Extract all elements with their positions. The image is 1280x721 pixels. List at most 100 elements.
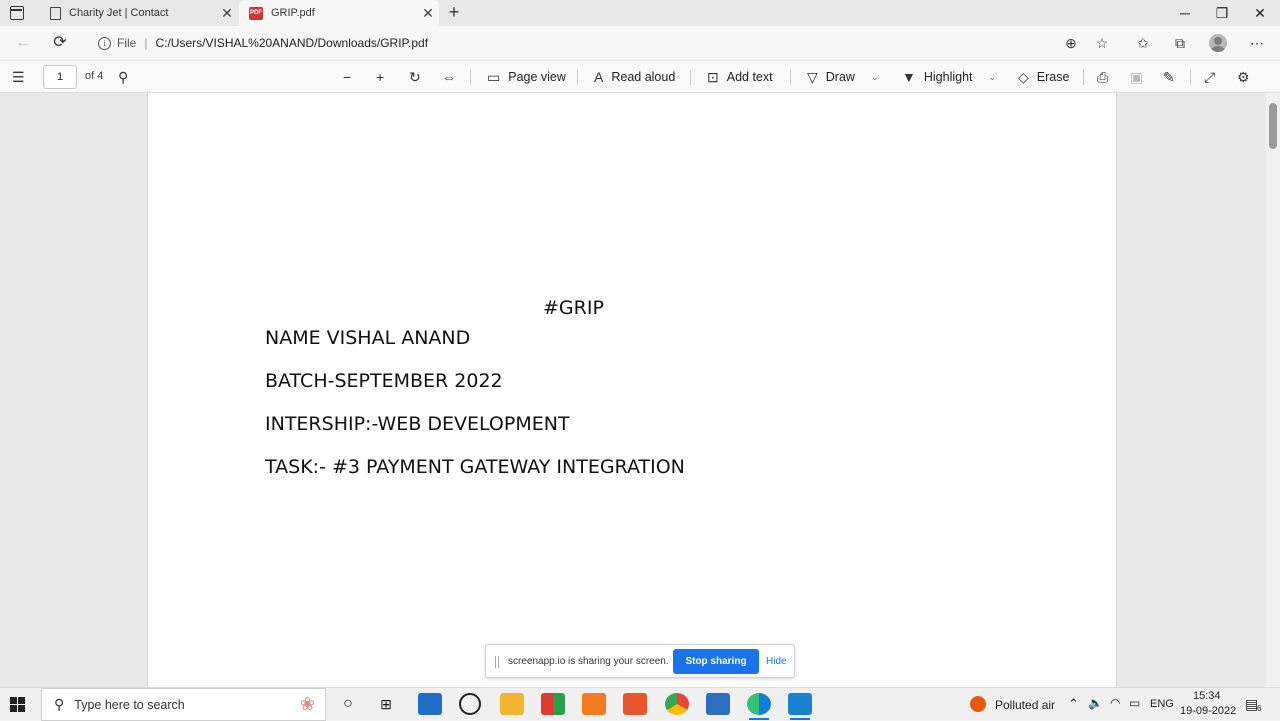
print-icon[interactable]: ⎙ bbox=[1097, 61, 1116, 93]
weather-icon[interactable] bbox=[970, 696, 986, 712]
find-icon[interactable]: ⚲ bbox=[118, 61, 136, 93]
collections-icon[interactable]: ⧉ bbox=[1169, 33, 1191, 53]
zoom-in-icon[interactable]: + bbox=[376, 61, 392, 93]
page-count: of 4 bbox=[85, 70, 104, 82]
refresh-button[interactable]: ⟳ bbox=[47, 31, 73, 55]
doc-line: TASK:- #3 PAYMENT GATEWAY INTEGRATION bbox=[265, 456, 685, 478]
favorites-icon[interactable]: ✩ bbox=[1132, 33, 1154, 53]
save-as-icon[interactable]: ✎ bbox=[1163, 61, 1183, 93]
highlight-icon: ▼ bbox=[902, 69, 916, 85]
divider: | bbox=[144, 36, 148, 50]
tab-title: Charity Jet | Contact bbox=[69, 7, 169, 19]
pdf-page: #GRIP NAME VISHAL ANAND BATCH-SEPTEMBER … bbox=[147, 93, 1117, 687]
volume-icon[interactable]: 🔈 bbox=[1088, 696, 1103, 710]
zoom-out-icon[interactable]: − bbox=[343, 61, 359, 93]
weather-text[interactable]: Polluted air bbox=[995, 698, 1055, 712]
network-icon[interactable]: ◠ bbox=[1110, 696, 1120, 710]
clock-date[interactable]: 19-09-2022 bbox=[1180, 705, 1236, 717]
store-icon[interactable] bbox=[541, 693, 565, 715]
pdf-icon: PDF bbox=[249, 6, 263, 20]
vertical-scrollbar[interactable] bbox=[1266, 93, 1280, 687]
draw-button[interactable]: ▽ Draw ⌄ bbox=[807, 61, 879, 93]
pdf-viewer: #GRIP NAME VISHAL ANAND BATCH-SEPTEMBER … bbox=[0, 93, 1280, 687]
more-icon[interactable]: ⋯ bbox=[1246, 33, 1268, 53]
pdf-toolbar: ☰ 1 of 4 ⚲ − + ↻ ⇔ ▭ Page view A Read al… bbox=[0, 60, 1280, 93]
divider bbox=[790, 70, 791, 85]
app-icon[interactable] bbox=[623, 693, 647, 715]
vscode-icon[interactable] bbox=[788, 693, 812, 720]
language-indicator[interactable]: ENG bbox=[1150, 698, 1174, 710]
chevron-down-icon[interactable]: ⌄ bbox=[989, 72, 997, 83]
doc-heading: #GRIP bbox=[543, 297, 604, 319]
tab-charity-jet[interactable]: Charity Jet | Contact ✕ bbox=[40, 0, 238, 26]
tab-actions-icon[interactable] bbox=[10, 6, 24, 20]
add-text-button[interactable]: ⊡ Add text bbox=[707, 61, 773, 93]
favorite-icon[interactable]: ☆ bbox=[1091, 33, 1113, 53]
contents-icon[interactable]: ☰ bbox=[12, 61, 33, 93]
mail-icon[interactable] bbox=[418, 693, 442, 715]
dell-icon[interactable] bbox=[459, 693, 481, 715]
back-button[interactable]: ← bbox=[10, 31, 36, 55]
stop-sharing-button[interactable]: Stop sharing bbox=[673, 649, 759, 674]
add-text-icon: ⊡ bbox=[707, 68, 719, 85]
new-tab-button[interactable]: + bbox=[444, 2, 464, 24]
highlight-label: Highlight bbox=[923, 70, 973, 84]
zoom-icon[interactable]: ⊕ bbox=[1060, 33, 1082, 53]
divider bbox=[1190, 70, 1191, 85]
close-icon[interactable]: ✕ bbox=[216, 5, 238, 22]
search-icon: ⚲ bbox=[54, 696, 65, 712]
doc-line: INTERSHIP:-WEB DEVELOPMENT bbox=[265, 413, 570, 435]
add-text-label: Add text bbox=[726, 70, 773, 84]
close-icon[interactable]: ✕ bbox=[417, 5, 439, 22]
fit-page-icon[interactable]: ⇔ bbox=[442, 61, 464, 93]
search-placeholder: Type here to search bbox=[74, 697, 185, 712]
chevron-up-icon[interactable]: ⌃ bbox=[1068, 696, 1079, 712]
eraser-icon: ◇ bbox=[1018, 68, 1029, 85]
save-icon[interactable]: ▣ bbox=[1130, 61, 1151, 93]
sharing-message: screenapp.io is sharing your screen. bbox=[508, 656, 669, 667]
address-bar: ← ⟳ i File | C:/Users/VISHAL%20ANAND/Dow… bbox=[0, 26, 1280, 60]
tab-grip-pdf[interactable]: PDF GRIP.pdf ✕ bbox=[239, 0, 439, 26]
url-field[interactable]: i File | C:/Users/VISHAL%20ANAND/Downloa… bbox=[86, 30, 1122, 56]
cortana-icon[interactable]: ○ bbox=[336, 693, 360, 715]
read-aloud-icon: A bbox=[594, 69, 604, 85]
taskbar-search-input[interactable]: ⚲ Type here to search ❀ bbox=[41, 688, 326, 721]
divider bbox=[577, 70, 578, 85]
page-icon bbox=[50, 6, 61, 20]
windows-start-icon[interactable] bbox=[10, 697, 26, 713]
erase-button[interactable]: ◇ Erase bbox=[1018, 61, 1069, 93]
sublime-icon[interactable] bbox=[582, 693, 606, 715]
page-view-label: Page view bbox=[508, 70, 566, 84]
task-view-icon[interactable]: ⊞ bbox=[374, 693, 398, 715]
divider bbox=[690, 70, 691, 85]
tab-title: GRIP.pdf bbox=[271, 7, 315, 19]
chevron-down-icon[interactable]: ⌄ bbox=[871, 72, 879, 83]
close-window-button[interactable]: ✕ bbox=[1245, 3, 1275, 23]
minimize-button[interactable]: ─ bbox=[1170, 3, 1200, 23]
highlight-button[interactable]: ▼ Highlight ⌄ bbox=[902, 61, 996, 93]
scrollbar-thumb[interactable] bbox=[1269, 103, 1277, 149]
doc-line: BATCH-SEPTEMBER 2022 bbox=[265, 370, 503, 392]
battery-icon[interactable]: ▭ bbox=[1129, 696, 1140, 710]
photos-icon[interactable] bbox=[706, 693, 730, 715]
file-explorer-icon[interactable] bbox=[500, 693, 524, 715]
info-icon[interactable]: i bbox=[98, 36, 111, 50]
edge-icon[interactable] bbox=[747, 693, 771, 720]
taskbar: ⚲ Type here to search ❀ ○ ⊞ Polluted air… bbox=[0, 687, 1280, 721]
erase-label: Erase bbox=[1036, 70, 1070, 84]
divider bbox=[1083, 70, 1084, 85]
read-aloud-button[interactable]: A Read aloud bbox=[594, 61, 675, 93]
profile-avatar[interactable] bbox=[1209, 34, 1227, 52]
page-view-button[interactable]: ▭ Page view bbox=[487, 61, 566, 93]
clock-time[interactable]: 15:34 bbox=[1193, 690, 1221, 702]
page-number-input[interactable]: 1 bbox=[43, 65, 77, 89]
rotate-icon[interactable]: ↻ bbox=[409, 61, 429, 93]
fullscreen-icon[interactable]: ⤢ bbox=[1204, 61, 1223, 93]
chrome-icon[interactable] bbox=[665, 693, 689, 715]
url-text: C:/Users/VISHAL%20ANAND/Downloads/GRIP.p… bbox=[155, 36, 429, 50]
page-view-icon: ▭ bbox=[487, 68, 501, 85]
settings-gear-icon[interactable]: ⚙ bbox=[1237, 61, 1258, 93]
hide-button[interactable]: Hide bbox=[766, 656, 787, 667]
drag-handle-icon[interactable] bbox=[495, 656, 499, 668]
restore-button[interactable]: ❐ bbox=[1207, 3, 1237, 23]
